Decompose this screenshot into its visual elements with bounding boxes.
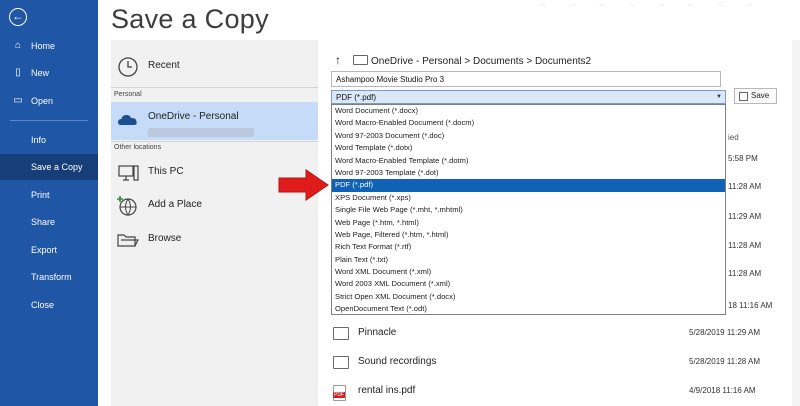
scrollbar[interactable] [792, 40, 800, 406]
file-row-rental-ins[interactable]: rental ins.pdf 4/9/2018 11:16 AM [331, 382, 800, 406]
save-button-label: Save [751, 91, 770, 100]
nav-home-label: Home [31, 41, 56, 51]
new-document-icon: ▯ [15, 67, 21, 78]
nav-save-a-copy-label: Save a Copy [31, 162, 83, 172]
save-button[interactable]: Save [734, 88, 777, 104]
date-modified-value: 18 11:16 AM [728, 301, 773, 310]
location-this-pc-label: This PC [148, 166, 184, 177]
date-modified-value: 11:28 AM [728, 182, 762, 191]
dropdown-option[interactable]: Word Document (*.docx) [332, 105, 725, 117]
personal-section-header: Personal [114, 91, 142, 98]
file-date: 4/9/2018 11:16 AM [689, 386, 756, 395]
file-name: rental ins.pdf [358, 385, 416, 396]
dropdown-option[interactable]: Word Template (*.dotx) [332, 142, 725, 154]
dropdown-option[interactable]: Web Page, Filtered (*.htm, *.html) [332, 229, 725, 241]
account-email-redacted [148, 128, 254, 137]
nav-new-label: New [31, 68, 50, 78]
dropdown-option-selected[interactable]: PDF (*.pdf) [332, 179, 725, 192]
dropdown-option[interactable]: Word 97-2003 Template (*.dot) [332, 167, 725, 179]
nav-close-label: Close [31, 300, 55, 310]
file-browser-pane: ↑ OneDrive - Personal > Documents > Docum… [318, 40, 800, 406]
pdf-file-icon [333, 385, 346, 401]
dropdown-option[interactable]: XPS Document (*.xps) [332, 192, 725, 204]
folder-icon [333, 327, 349, 340]
divider [111, 141, 318, 142]
nav-transform[interactable]: Transform [0, 264, 98, 290]
back-arrow-icon[interactable]: ← [9, 8, 27, 26]
location-browse[interactable]: Browse [111, 222, 318, 258]
globe-add-icon [117, 196, 137, 216]
nav-transform-label: Transform [31, 272, 72, 282]
filename-input[interactable]: Ashampoo Movie Studio Pro 3 [331, 71, 721, 87]
folder-open-icon [117, 234, 139, 247]
divider [111, 87, 318, 88]
nav-info-label: Info [31, 135, 47, 145]
date-modified-value: 11:28 AM [728, 269, 762, 278]
save-disk-icon [739, 92, 748, 101]
backstage-nav: ← ⌂ Home ▯ New ▭ Open Info Save a Copy P… [0, 0, 98, 406]
location-browse-label: Browse [148, 233, 182, 244]
dropdown-option[interactable]: Word XML Document (*.xml) [332, 266, 725, 278]
location-recent-label: Recent [148, 60, 180, 71]
file-date: 5/28/2019 11:29 AM [689, 328, 761, 337]
chevron-down-icon: ▼ [716, 94, 722, 100]
dropdown-option[interactable]: Word Macro-Enabled Template (*.dotm) [332, 155, 725, 167]
nav-share-label: Share [31, 217, 56, 227]
dropdown-option[interactable]: Web Page (*.htm, *.html) [332, 217, 725, 229]
nav-export[interactable]: Export [0, 237, 98, 263]
location-recent[interactable]: Recent [111, 49, 318, 85]
save-as-type-value: PDF (*.pdf) [336, 93, 377, 102]
folder-icon [353, 55, 368, 65]
nav-divider [10, 120, 88, 121]
breadcrumb: ↑ OneDrive - Personal > Documents > Docum… [335, 53, 591, 67]
nav-print-label: Print [31, 190, 50, 200]
cloud-icon [118, 115, 137, 125]
dropdown-option[interactable]: Single File Web Page (*.mht, *.mhtml) [332, 204, 725, 216]
nav-open[interactable]: ▭ Open [0, 88, 98, 114]
page-title: Save a Copy [111, 4, 269, 34]
folder-open-icon: ▭ [13, 95, 23, 106]
nav-close[interactable]: Close [0, 292, 98, 318]
up-arrow-icon[interactable]: ↑ [335, 53, 351, 67]
decorative-header-art: ~ ~ ~ ~ ~ ~ ~ ~ [540, 0, 763, 12]
folder-icon [333, 356, 349, 369]
save-as-type-select[interactable]: PDF (*.pdf) ▼ [331, 90, 726, 104]
nav-save-a-copy[interactable]: Save a Copy [0, 154, 98, 180]
locations-panel: Recent Personal OneDrive - Personal Othe… [111, 40, 318, 406]
date-modified-value: 11:28 AM [728, 241, 762, 250]
red-arrow-annotation-icon [278, 169, 329, 201]
home-icon: ⌂ [14, 40, 22, 51]
file-row-pinnacle[interactable]: Pinnacle 5/28/2019 11:29 AM [331, 324, 800, 348]
file-name: Pinnacle [358, 327, 397, 338]
location-onedrive-label: OneDrive - Personal [148, 111, 239, 122]
dropdown-option[interactable]: Word 2003 XML Document (*.xml) [332, 278, 725, 290]
nav-new[interactable]: ▯ New [0, 60, 98, 86]
date-modified-value: 5:58 PM [728, 154, 758, 163]
nav-open-label: Open [31, 96, 54, 106]
file-name: Sound recordings [358, 356, 437, 367]
other-locations-header: Other locations [114, 144, 162, 151]
save-as-type-dropdown[interactable]: Word Document (*.docx) Word Macro-Enable… [331, 104, 726, 315]
dropdown-option[interactable]: Strict Open XML Document (*.docx) [332, 291, 725, 303]
dropdown-option[interactable]: Rich Text Format (*.rtf) [332, 241, 725, 253]
computer-icon [118, 165, 139, 181]
nav-export-label: Export [31, 245, 58, 255]
dropdown-option[interactable]: Plain Text (*.txt) [332, 254, 725, 266]
breadcrumb-path[interactable]: OneDrive - Personal > Documents > Docume… [371, 56, 591, 67]
nav-print[interactable]: Print [0, 182, 98, 208]
location-onedrive-personal[interactable]: OneDrive - Personal [111, 102, 318, 140]
clock-icon [118, 57, 138, 77]
nav-info[interactable]: Info [0, 127, 98, 153]
location-add-place-label: Add a Place [148, 199, 202, 210]
dropdown-option[interactable]: Word Macro-Enabled Document (*.docm) [332, 117, 725, 129]
nav-share[interactable]: Share [0, 209, 98, 235]
dropdown-option[interactable]: Word 97-2003 Document (*.doc) [332, 130, 725, 142]
file-date: 5/28/2019 11:28 AM [689, 357, 761, 366]
date-modified-value: 11:29 AM [728, 212, 762, 221]
file-row-sound-recordings[interactable]: Sound recordings 5/28/2019 11:28 AM [331, 353, 800, 377]
dropdown-option[interactable]: OpenDocument Text (*.odt) [332, 303, 725, 315]
nav-home[interactable]: ⌂ Home [0, 33, 98, 59]
date-modified-column-header[interactable]: ied [728, 133, 739, 142]
